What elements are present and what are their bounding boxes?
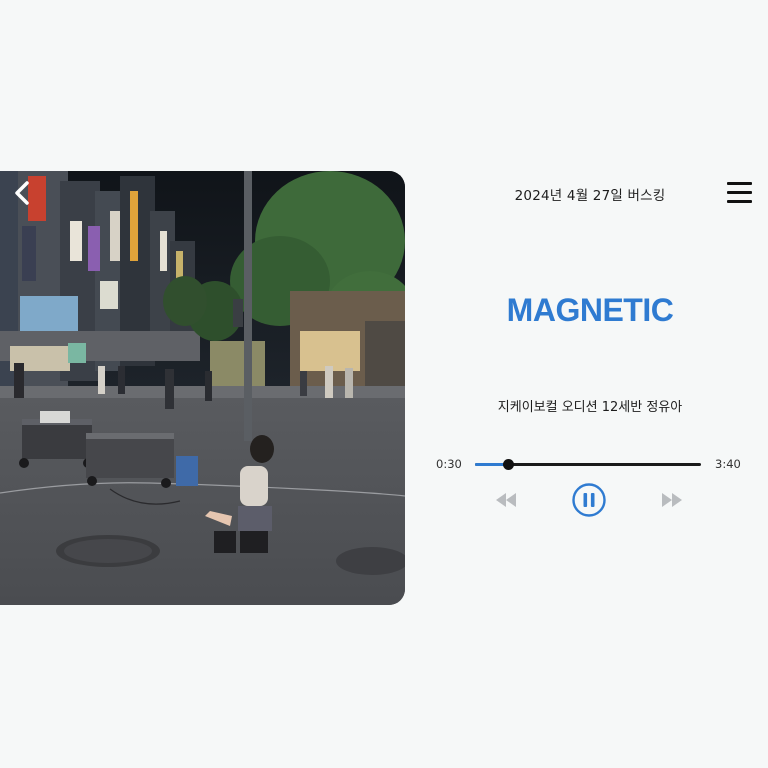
progress-handle[interactable] <box>503 459 515 470</box>
menu-button[interactable] <box>727 181 753 205</box>
fast-forward-icon <box>662 493 682 507</box>
performance-photo <box>0 171 405 605</box>
song-title: MAGNETIC <box>506 292 674 328</box>
chevron-left-icon <box>15 181 29 205</box>
music-player-screen: 2024년 4월 27일 버스킹 MAGNETIC 지케이보컬 오디션 12세반… <box>0 0 768 768</box>
forward-button[interactable] <box>660 491 684 509</box>
current-time: 0:30 <box>436 457 462 471</box>
page-title: 2024년 4월 27일 버스킹 <box>514 188 666 204</box>
progress-bar[interactable] <box>475 459 701 470</box>
performer-name: 지케이보컬 오디션 12세반 정유아 <box>497 400 683 415</box>
rewind-button[interactable] <box>494 491 518 509</box>
total-time: 3:40 <box>715 457 741 471</box>
rewind-icon <box>496 493 516 507</box>
back-button[interactable] <box>10 180 36 206</box>
pause-button[interactable] <box>571 482 607 518</box>
pause-icon <box>572 483 606 517</box>
